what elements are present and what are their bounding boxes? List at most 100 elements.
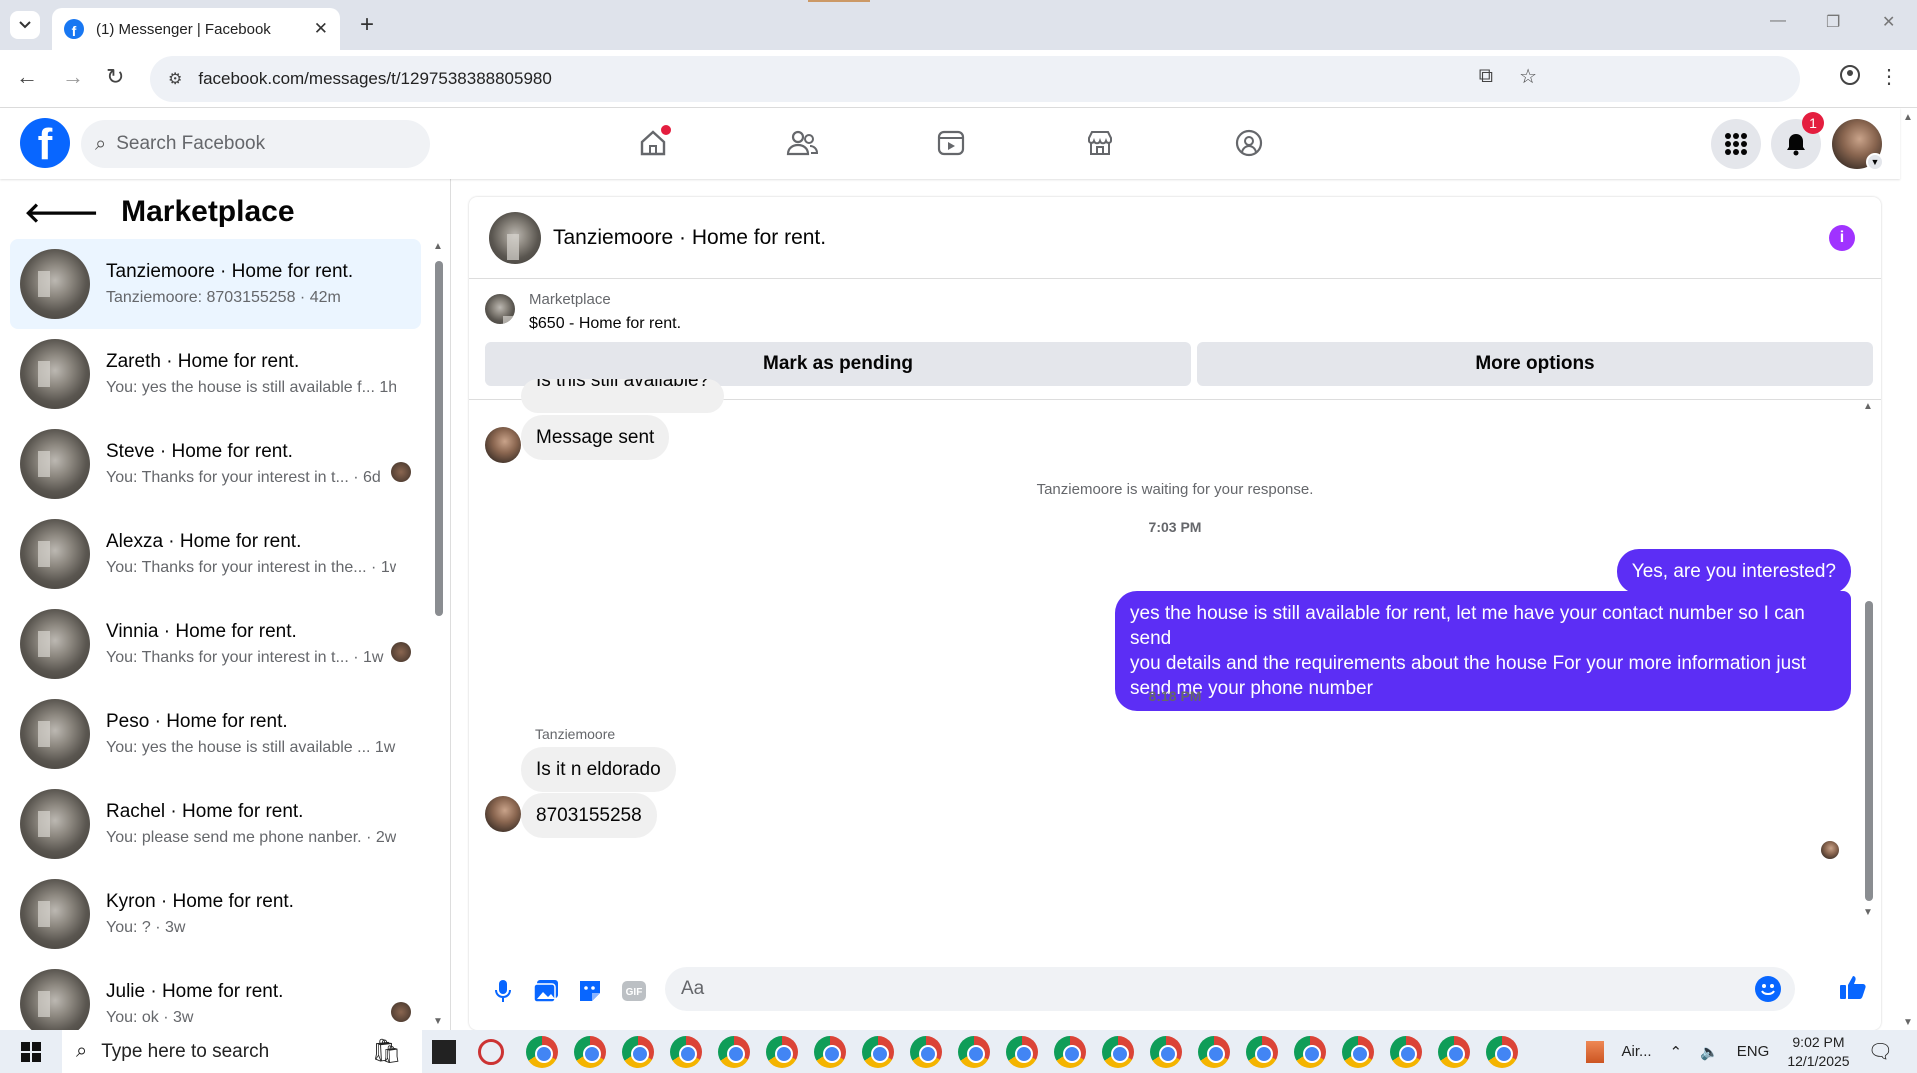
seen-avatar (391, 642, 411, 662)
browser-menu-icon[interactable]: ⋮ (1879, 64, 1899, 89)
chrome-window-icon[interactable] (1198, 1035, 1230, 1068)
tab-close-icon[interactable]: ✕ (314, 19, 328, 39)
chrome-window-icon[interactable] (526, 1035, 558, 1068)
chrome-window-icon[interactable] (1486, 1035, 1518, 1068)
restore-icon[interactable]: ❐ (1826, 12, 1840, 32)
chrome-window-icon[interactable] (622, 1035, 654, 1068)
chrome-window-icon[interactable] (670, 1035, 702, 1068)
info-icon[interactable]: i (1829, 225, 1855, 251)
paint-app-icon[interactable] (478, 1038, 504, 1065)
conversation-item[interactable]: Vinnia · Home for rent. You: Thanks for y… (10, 599, 421, 689)
site-settings-icon[interactable]: ⚙ (168, 69, 182, 89)
chrome-window-icon[interactable] (910, 1035, 942, 1068)
new-tab-button[interactable]: + (353, 11, 381, 39)
install-app-icon[interactable]: ⧉ (1479, 65, 1493, 88)
chrome-window-icon[interactable] (574, 1035, 606, 1068)
conversation-text: Alexza · Home for rent. You: Thanks for y… (106, 531, 396, 577)
conversation-item[interactable]: Tanziemoore · Home for rent. Tanziemoore:… (10, 239, 421, 329)
sticker-icon[interactable] (576, 977, 604, 1005)
more-options-button[interactable]: More options (1197, 342, 1873, 386)
chrome-window-icon[interactable] (1102, 1035, 1134, 1068)
marketplace-icon[interactable] (1080, 123, 1120, 163)
speaker-icon[interactable]: 🔈 (1700, 1043, 1719, 1061)
message-input-placeholder: Aa (681, 978, 705, 999)
chrome-window-icon[interactable] (1342, 1035, 1374, 1068)
tab-search-button[interactable] (10, 11, 40, 39)
chat-scroll-thumb[interactable] (1865, 601, 1873, 901)
browser-tab[interactable]: f (1) Messenger | Facebook ✕ (52, 8, 340, 50)
conversation-item[interactable]: Julie · Home for rent. You: ok · 3w (10, 959, 421, 1030)
conversation-item[interactable]: Zareth · Home for rent. You: yes the hous… (10, 329, 421, 419)
reload-icon[interactable]: ↻ (106, 64, 124, 90)
language-indicator[interactable]: ENG (1737, 1043, 1770, 1060)
chevron-up-icon[interactable]: ⌃ (1670, 1043, 1683, 1061)
back-arrow-icon[interactable]: ← (16, 64, 38, 90)
conversation-name: Peso · Home for rent. (106, 711, 288, 732)
sender-avatar[interactable] (485, 427, 521, 463)
chrome-window-icon[interactable] (1246, 1035, 1278, 1068)
app-tray-icon[interactable] (1585, 1040, 1604, 1063)
listing-price-title[interactable]: $650 - Home for rent. (529, 315, 681, 333)
facebook-search-input[interactable]: ⌕ Search Facebook (81, 120, 430, 168)
chrome-window-icon[interactable] (1006, 1035, 1038, 1068)
minimize-icon[interactable]: — (1770, 12, 1786, 30)
url-field[interactable]: ⚙ facebook.com/messages/t/12975383888059… (150, 56, 1800, 102)
conversation-thumbnail (20, 519, 90, 589)
back-arrow-icon[interactable]: 🡐 (24, 195, 99, 229)
listing-thumbnail[interactable] (485, 294, 515, 324)
conversation-preview: You: Thanks for your interest in the... … (106, 559, 396, 576)
conversation-item[interactable]: Kyron · Home for rent. You: ? · 3w (10, 869, 421, 959)
taskbar-search-input[interactable]: ⌕ Type here to search 🛍 (62, 1030, 422, 1073)
friends-icon[interactable] (782, 123, 822, 163)
chat-title[interactable]: Tanziemoore · Home for rent. (553, 226, 826, 250)
thumbs-up-like-icon[interactable] (1839, 973, 1867, 1001)
chrome-window-icon[interactable] (814, 1035, 846, 1068)
photo-icon[interactable] (532, 977, 560, 1005)
waiting-notice: Tanziemoore is waiting for your response… (1036, 481, 1314, 498)
chrome-window-icon[interactable] (766, 1035, 798, 1068)
conversation-item[interactable]: Alexza · Home for rent. You: Thanks for y… (10, 509, 421, 599)
sidebar-scroll-thumb[interactable] (435, 261, 443, 616)
clock-date: 12/1/2025 (1787, 1052, 1850, 1069)
chrome-window-icon[interactable] (958, 1035, 990, 1068)
message-line: yes the house is still available for ren… (1130, 603, 1805, 649)
home-icon[interactable] (633, 123, 673, 163)
conversation-text: Rachel · Home for rent. You: please send … (106, 801, 396, 847)
sender-avatar[interactable] (485, 796, 521, 832)
chat-avatar[interactable] (489, 211, 541, 264)
sidebar-scrollbar[interactable]: ▲ ▼ (433, 241, 443, 1027)
conversation-item[interactable]: Peso · Home for rent. You: yes the house … (10, 689, 421, 779)
microphone-icon[interactable] (489, 977, 517, 1005)
clock[interactable]: 9:02 PM 12/1/2025 (1787, 1033, 1849, 1071)
facebook-logo-icon[interactable]: f (20, 118, 70, 168)
close-window-icon[interactable]: ✕ (1882, 12, 1895, 32)
chat-scrollbar[interactable]: ▲ ▼ (1863, 401, 1875, 921)
gaming-groups-icon[interactable] (1229, 123, 1269, 163)
menu-grid-icon[interactable] (1711, 119, 1761, 169)
message-input[interactable]: Aa (665, 967, 1795, 1011)
gif-icon[interactable]: GIF (620, 977, 648, 1005)
emoji-icon[interactable] (1755, 976, 1781, 1002)
windows-start-icon[interactable] (0, 1030, 62, 1073)
bookmark-star-icon[interactable]: ☆ (1519, 64, 1537, 89)
timestamp: 8:18 PM (1148, 688, 1202, 704)
conversation-item[interactable]: Steve · Home for rent. You: Thanks for yo… (10, 419, 421, 509)
conversation-text: Tanziemoore · Home for rent. Tanziemoore:… (106, 261, 396, 307)
chrome-window-icon[interactable] (1054, 1035, 1086, 1068)
notifications-center-icon[interactable]: 🗨 (1868, 1039, 1893, 1064)
conversation-item[interactable]: Rachel · Home for rent. You: please send … (10, 779, 421, 869)
chrome-window-icon[interactable] (1390, 1035, 1422, 1068)
watch-video-icon[interactable] (931, 123, 971, 163)
chrome-window-icon[interactable] (1438, 1035, 1470, 1068)
chrome-window-icon[interactable] (1294, 1035, 1326, 1068)
chrome-window-icon[interactable] (862, 1035, 894, 1068)
chrome-window-icon[interactable] (718, 1035, 750, 1068)
taskbar-app-label[interactable]: Air... (1622, 1043, 1652, 1060)
sticky-notes-icon[interactable] (432, 1039, 456, 1064)
page-scrollbar[interactable]: ▲ ▼ (1900, 108, 1917, 1030)
shopping-bags-icon: 🛍 (371, 1038, 402, 1065)
forward-arrow-icon[interactable]: → (62, 64, 84, 90)
profile-icon[interactable] (1839, 64, 1861, 86)
profile-avatar[interactable]: ▼ (1832, 119, 1884, 171)
chrome-window-icon[interactable] (1150, 1035, 1182, 1068)
